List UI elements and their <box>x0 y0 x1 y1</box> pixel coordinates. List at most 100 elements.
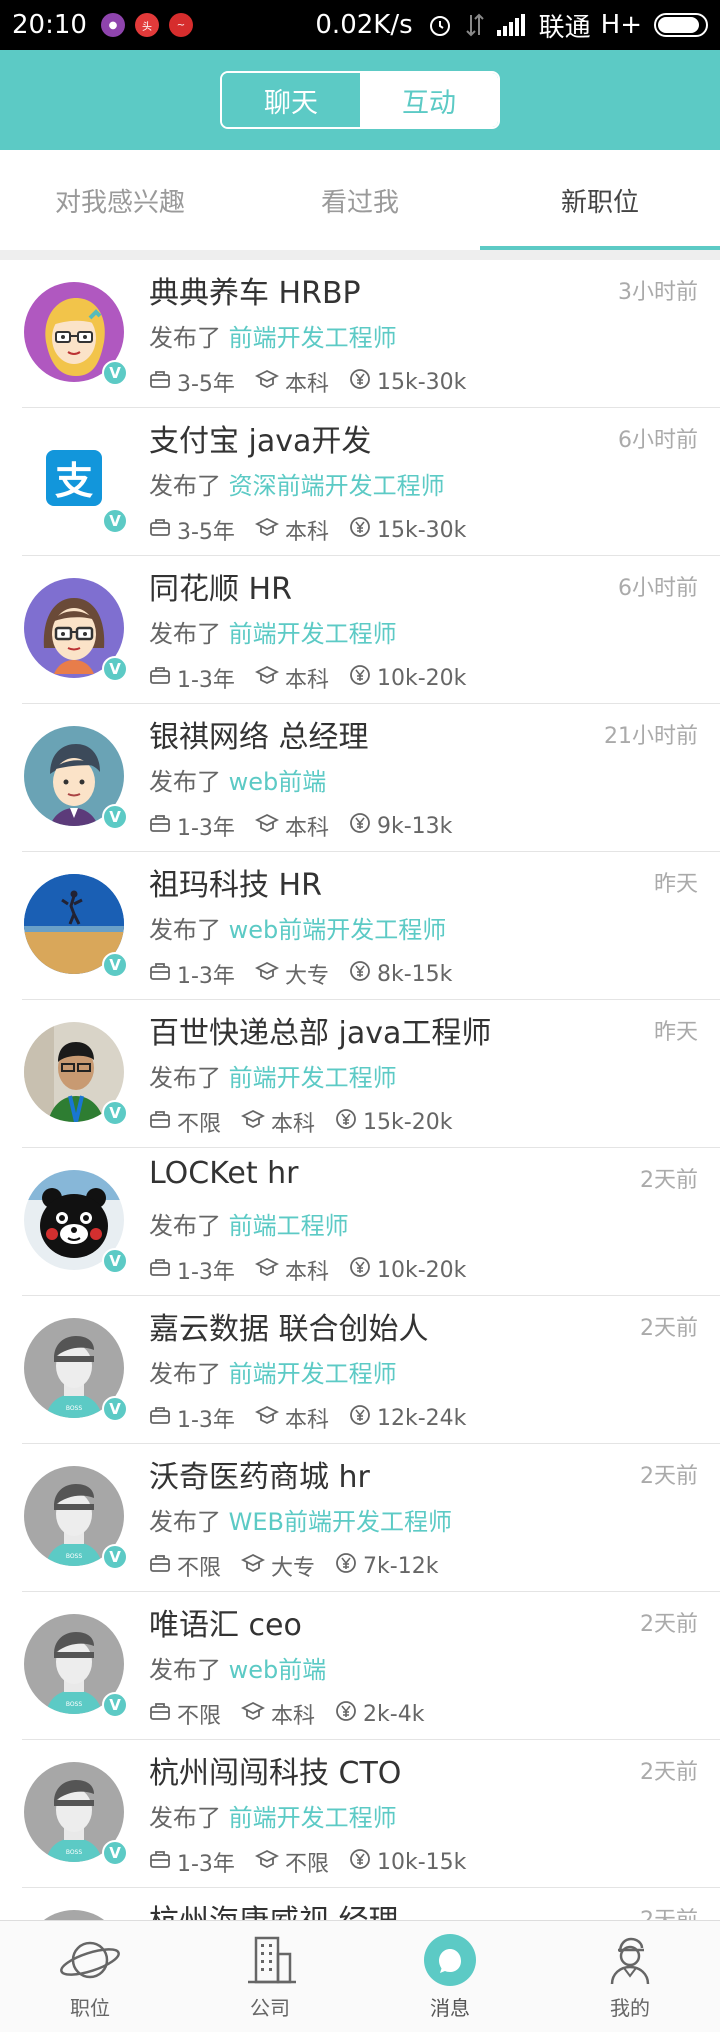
chat-interaction-switch: 聊天 互动 <box>220 71 500 129</box>
nav-messages-label: 消息 <box>430 1996 470 2020</box>
experience: 1-3年 <box>149 1402 235 1434</box>
building-icon <box>242 1932 298 1988</box>
job-list-item[interactable]: 支 V 支付宝 java开发 6小时前 发布了 资深前端开发工程师 3-5年 本科 15k-3… <box>22 408 720 556</box>
recruiter-name: 嘉云数据 联合创始人 <box>149 1312 429 1347</box>
education-value: 本科 <box>284 816 329 841</box>
job-list-item[interactable]: V 祖玛科技 HR 昨天 发布了 web前端开发工程师 1-3年 大专 8k-15k <box>22 852 720 1000</box>
published-line: 发布了 web前端开发工程师 <box>149 910 446 945</box>
job-title-link[interactable]: 前端开发工程师 <box>229 1804 397 1832</box>
education: 本科 <box>254 514 329 546</box>
published-line: 发布了 前端开发工程师 <box>149 1798 397 1833</box>
education-value: 本科 <box>284 372 329 397</box>
recruiter-name: 杭州海康威视 经理 <box>149 1896 399 1920</box>
tab-interested-in-me[interactable]: 对我感兴趣 <box>0 150 240 250</box>
salary: 10k-20k <box>349 1256 466 1284</box>
post-time: 6小时前 <box>618 428 698 453</box>
published-prefix: 发布了 <box>149 1656 221 1684</box>
job-title-link[interactable]: 前端开发工程师 <box>229 620 397 648</box>
job-list-item[interactable]: BOSS V 唯语汇 ceo 2天前 发布了 web前端 不限 本科 2k-4k <box>22 1592 720 1740</box>
job-list-item[interactable]: BOSSV杭州海康威视 经理2天前 <box>22 1888 720 1920</box>
job-title-link[interactable]: 前端工程师 <box>229 1212 349 1240</box>
job-title-link[interactable]: web前端 <box>229 1656 327 1684</box>
segment-chat[interactable]: 聊天 <box>222 73 360 127</box>
recruiter-name: 同花顺 HR <box>149 572 292 607</box>
published-prefix: 发布了 <box>149 324 221 352</box>
published-line: 发布了 web前端 <box>149 1650 326 1685</box>
yuan-icon <box>349 1404 377 1432</box>
salary-value: 12k-24k <box>376 1405 467 1431</box>
verified-badge-icon: V <box>102 1248 128 1274</box>
graduation-cap-icon <box>254 369 285 395</box>
avatar[interactable]: BOSS <box>24 1910 124 1920</box>
experience: 不限 <box>149 1698 221 1730</box>
data-transfer-icon <box>465 13 485 37</box>
published-prefix: 发布了 <box>149 1212 221 1240</box>
segment-interaction[interactable]: 互动 <box>360 73 498 127</box>
yuan-icon <box>349 812 377 840</box>
job-title-link[interactable]: web前端开发工程师 <box>229 916 447 944</box>
nav-messages[interactable]: 消息 <box>360 1921 540 2032</box>
yuan-icon <box>349 1848 377 1876</box>
education-value: 不限 <box>284 1852 329 1877</box>
yuan-icon <box>349 1256 377 1284</box>
published-line: 发布了 前端开发工程师 <box>149 614 397 649</box>
yuan-icon <box>349 516 377 544</box>
published-prefix: 发布了 <box>149 472 221 500</box>
graduation-cap-icon <box>254 961 285 987</box>
post-time: 2天前 <box>640 1760 698 1785</box>
published-prefix: 发布了 <box>149 1508 221 1536</box>
svg-text:BOSS: BOSS <box>66 1701 83 1708</box>
job-list-item[interactable]: V 同花顺 HR 6小时前 发布了 前端开发工程师 1-3年 本科 10k-20k <box>22 556 720 704</box>
salary: 15k-30k <box>349 516 466 544</box>
experience-value: 3-5年 <box>177 372 235 397</box>
job-title-link[interactable]: WEB前端开发工程师 <box>229 1508 452 1536</box>
published-prefix: 发布了 <box>149 916 221 944</box>
job-list-item[interactable]: BOSS V 嘉云数据 联合创始人 2天前 发布了 前端开发工程师 1-3年 本科 12k-2… <box>22 1296 720 1444</box>
graduation-cap-icon <box>241 1109 271 1135</box>
verified-badge-icon: V <box>102 360 128 386</box>
experience: 1-3年 <box>149 1254 235 1286</box>
job-title-link[interactable]: 前端开发工程师 <box>229 1064 397 1092</box>
briefcase-icon <box>149 665 177 691</box>
education: 本科 <box>241 1106 315 1138</box>
tab-viewed-me[interactable]: 看过我 <box>240 150 480 250</box>
education: 不限 <box>254 1846 329 1878</box>
job-title-link[interactable]: 前端开发工程师 <box>229 1360 397 1388</box>
tab-new-jobs[interactable]: 新职位 <box>480 150 720 250</box>
salary: 10k-15k <box>349 1848 466 1876</box>
job-list-item[interactable]: V 典典养车 HRBP 3小时前 发布了 前端开发工程师 3-5年 本科 15k-30k <box>22 260 720 408</box>
published-prefix: 发布了 <box>149 1804 221 1832</box>
nav-jobs[interactable]: 职位 <box>0 1921 180 2032</box>
briefcase-icon <box>149 1553 177 1579</box>
experience: 3-5年 <box>149 366 235 398</box>
job-requirements: 不限 大专 7k-12k <box>149 1550 458 1582</box>
nav-mine[interactable]: 我的 <box>540 1921 720 2032</box>
app-notification-icon: ● <box>100 13 125 37</box>
education: 本科 <box>254 810 329 842</box>
salary-value: 10k-15k <box>376 1849 467 1875</box>
job-requirements: 1-3年 本科 12k-24k <box>149 1402 486 1434</box>
published-line: 发布了 web前端 <box>149 762 326 797</box>
job-title-link[interactable]: 资深前端开发工程师 <box>229 472 445 500</box>
experience: 不限 <box>149 1106 221 1138</box>
job-list-item[interactable]: V 银祺网络 总经理 21小时前 发布了 web前端 1-3年 本科 9k-13k <box>22 704 720 852</box>
job-requirements: 1-3年 本科 10k-20k <box>149 662 486 694</box>
job-list-item[interactable]: V LOCKet hr 2天前 发布了 前端工程师 1-3年 本科 10k-20k <box>22 1148 720 1296</box>
recruiter-name: LOCKet hr <box>149 1156 299 1191</box>
experience: 1-3年 <box>149 958 235 990</box>
job-list-item[interactable]: BOSS V 沃奇医药商城 hr 2天前 发布了 WEB前端开发工程师 不限 大专 7k-12… <box>22 1444 720 1592</box>
verified-badge-icon: V <box>102 656 128 682</box>
nav-company[interactable]: 公司 <box>180 1921 360 2032</box>
recruiter-name: 支付宝 java开发 <box>149 424 372 459</box>
briefcase-icon <box>149 813 177 839</box>
verified-badge-icon: V <box>102 1692 128 1718</box>
briefcase-icon <box>149 961 177 987</box>
job-list-item[interactable]: V 百世快递总部 java工程师 昨天 发布了 前端开发工程师 不限 本科 15k-20k <box>22 1000 720 1148</box>
graduation-cap-icon <box>254 517 285 543</box>
job-title-link[interactable]: web前端 <box>229 768 327 796</box>
experience: 1-3年 <box>149 1846 235 1878</box>
status-time: 20:10 <box>12 10 87 40</box>
bottom-navigation: 职位 公司 消息 我的 <box>0 1920 720 2032</box>
job-list-item[interactable]: BOSS V 杭州闯闯科技 CTO 2天前 发布了 前端开发工程师 1-3年 不限 10k-1… <box>22 1740 720 1888</box>
job-title-link[interactable]: 前端开发工程师 <box>229 324 397 352</box>
